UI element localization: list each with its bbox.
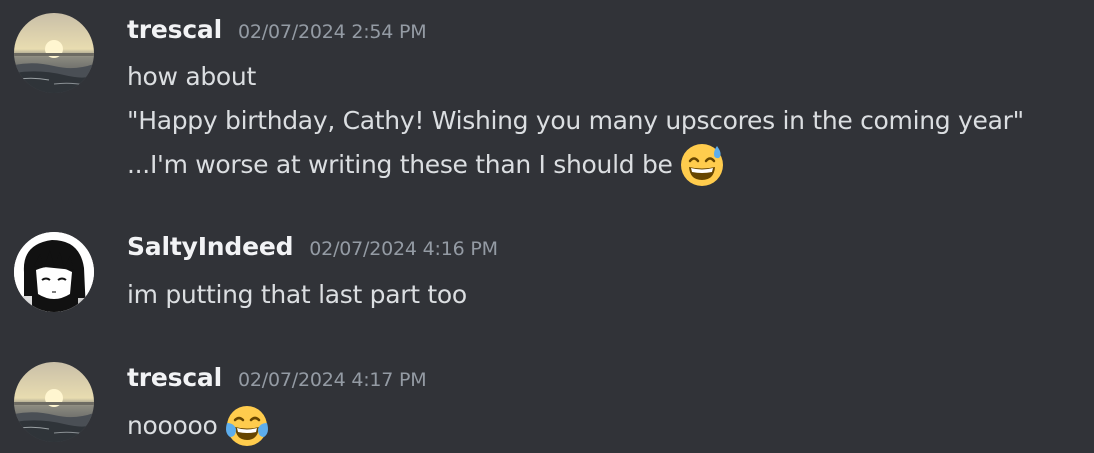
message-header: trescal 02/07/2024 2:54 PM [127, 15, 427, 51]
grinning-sweat-emoji-icon[interactable] [679, 142, 725, 188]
timestamp[interactable]: 02/07/2024 4:17 PM [238, 369, 427, 391]
username[interactable]: SaltyIndeed [127, 232, 293, 261]
manga-character-avatar-icon [14, 232, 94, 312]
message-line: nooooo [127, 411, 218, 440]
username[interactable]: trescal [127, 15, 222, 44]
message-header: trescal 02/07/2024 4:17 PM [127, 363, 427, 399]
message-line: im putting that last part too [127, 280, 467, 309]
message-text: how about [127, 55, 256, 99]
message-text: "Happy birthday, Cathy! Wishing you many… [127, 99, 1024, 143]
message-text: im putting that last part too [127, 273, 467, 317]
message-text: nooooo [127, 403, 270, 449]
username[interactable]: trescal [127, 363, 222, 392]
timestamp[interactable]: 02/07/2024 4:16 PM [309, 238, 498, 260]
tears-of-joy-emoji-icon[interactable] [224, 403, 270, 449]
sunset-beach-avatar-icon [14, 362, 94, 442]
message-line: how about [127, 62, 256, 91]
sunset-beach-avatar-icon [14, 13, 94, 93]
timestamp[interactable]: 02/07/2024 2:54 PM [238, 21, 427, 43]
message-line: "Happy birthday, Cathy! Wishing you many… [127, 106, 1024, 135]
message-text: ...I'm worse at writing these than I sho… [127, 142, 725, 188]
avatar[interactable] [14, 362, 94, 442]
avatar[interactable] [14, 232, 94, 312]
chat-messages: trescal 02/07/2024 2:54 PM how about "Ha… [0, 0, 1094, 453]
message-line: ...I'm worse at writing these than I sho… [127, 150, 673, 179]
message-header: SaltyIndeed 02/07/2024 4:16 PM [127, 232, 498, 268]
avatar[interactable] [14, 13, 94, 93]
